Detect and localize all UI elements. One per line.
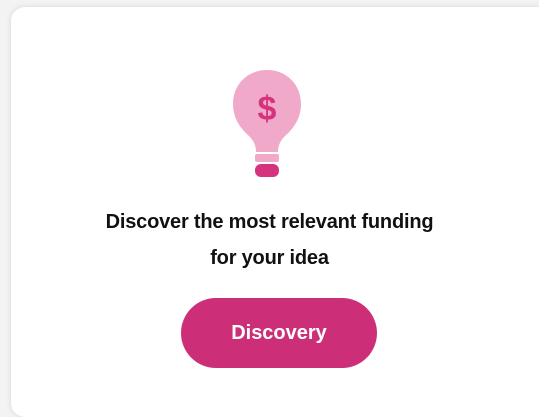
dollar-symbol: $ bbox=[258, 90, 277, 128]
lightbulb-dollar-icon: $ bbox=[231, 68, 303, 184]
card-headline: Discover the most relevant funding for y… bbox=[0, 204, 539, 276]
headline-line-2: for your idea bbox=[210, 247, 329, 269]
discovery-button[interactable]: Discovery bbox=[181, 298, 377, 368]
headline-line-1: Discover the most relevant funding bbox=[105, 211, 434, 233]
